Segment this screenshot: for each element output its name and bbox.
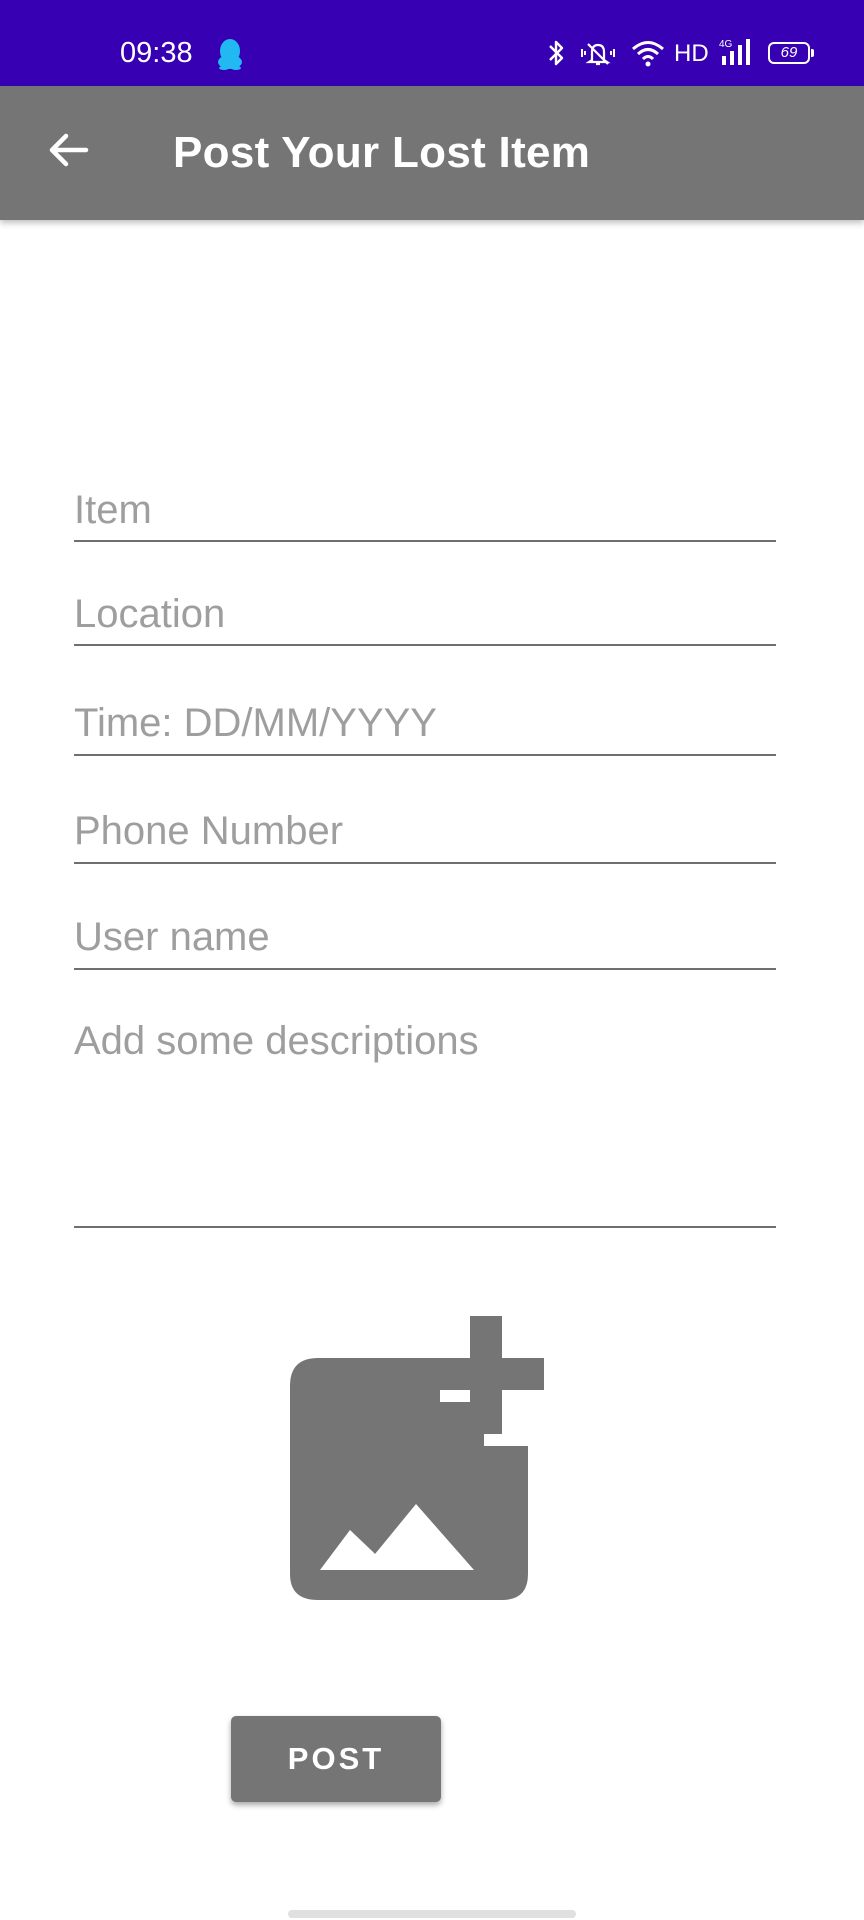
bluetooth-icon — [544, 36, 568, 70]
phone-number-input[interactable] — [74, 800, 776, 864]
status-time: 09:38 — [120, 37, 193, 69]
location-input[interactable] — [74, 584, 776, 646]
svg-text:4G: 4G — [719, 39, 733, 50]
time-input[interactable] — [74, 692, 776, 756]
add-image-button[interactable] — [288, 1314, 576, 1604]
home-indicator[interactable] — [288, 1910, 576, 1918]
arrow-back-icon — [46, 128, 90, 177]
description-input[interactable] — [74, 1014, 776, 1228]
back-button[interactable] — [36, 120, 100, 184]
battery-icon: 69 — [768, 42, 814, 64]
item-input[interactable] — [74, 480, 776, 542]
network-hd-label: HD — [674, 40, 709, 67]
signal-4g-icon: 4G — [718, 36, 756, 70]
page-title: Post Your Lost Item — [173, 128, 591, 177]
add-photo-icon — [288, 1316, 576, 1608]
status-bar: 09:38 HD 4G 69 — [0, 0, 864, 86]
mute-icon — [578, 36, 618, 70]
post-button[interactable]: POST — [231, 1716, 441, 1802]
user-name-input[interactable] — [74, 906, 776, 970]
qq-icon — [216, 38, 244, 70]
wifi-icon — [630, 36, 666, 70]
app-bar: Post Your Lost Item — [0, 86, 864, 220]
